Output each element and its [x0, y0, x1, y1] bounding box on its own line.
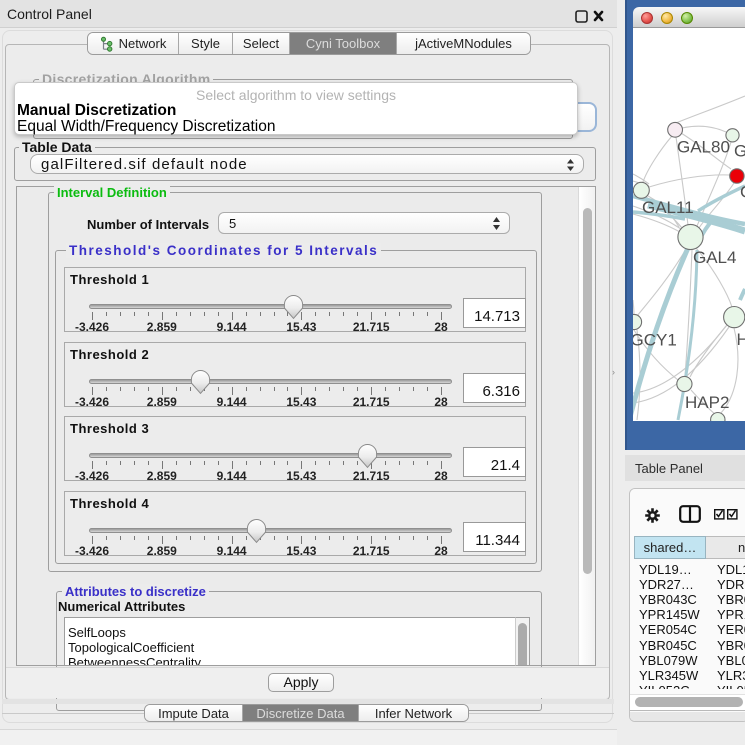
svg-text:GAL4: GAL4 — [693, 248, 736, 267]
svg-text:GAL11: GAL11 — [642, 198, 694, 217]
svg-text:GAL80: GAL80 — [677, 138, 730, 157]
svg-text:GCY1: GCY1 — [633, 331, 677, 350]
svg-text:HAP2: HAP2 — [685, 393, 729, 412]
svg-text:GA: GA — [734, 142, 745, 161]
svg-text:H: H — [737, 330, 745, 349]
svg-text:C: C — [740, 183, 745, 202]
